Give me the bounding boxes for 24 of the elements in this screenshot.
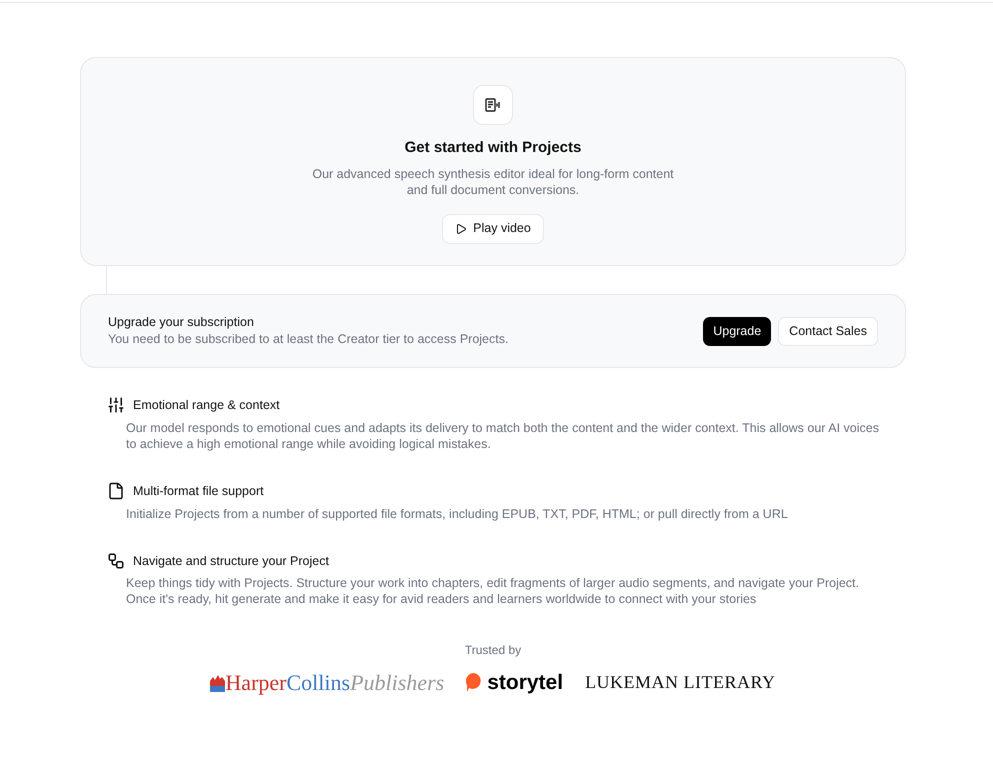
lukeman-literary-logo: LUKEMAN LITERARY: [585, 671, 776, 694]
play-icon: [455, 222, 468, 234]
feature-description: Keep things tidy with Projects. Structure your work into chapters, edit fragments of larger audio segments, and navigate your Project. Once it's ready, hit generate and make it easy for avid readers and learners worldwide to connect with your stories: [126, 575, 860, 608]
upgrade-title: Upgrade your subscription: [108, 314, 255, 331]
speech-bubble-icon: [466, 673, 482, 692]
trusted-by-label: Trusted by: [464, 642, 522, 660]
document-audio-icon: [473, 85, 513, 125]
file-icon: [107, 482, 125, 500]
structure-icon: [107, 552, 125, 570]
upgrade-description: You need to be subscribed to at least the Creator tier to access Projects.: [108, 331, 508, 348]
harpercollins-logo: HarperCollinsPublishers: [210, 672, 444, 694]
feature-title: Navigate and structure your Project: [133, 552, 329, 570]
feature-description: Our model responds to emotional cues and adapts its delivery to match both the content and the wider context. This allows our AI voices to achieve a high emotional range while avoiding logical mistakes.: [126, 420, 880, 452]
play-video-button[interactable]: Play video: [442, 214, 544, 244]
upgrade-button[interactable]: Upgrade: [703, 316, 772, 346]
hero-title: Get started with Projects: [404, 138, 582, 158]
sliders-icon: [107, 396, 125, 414]
storytel-logo: storytel: [466, 672, 564, 694]
fire-icon: [210, 674, 226, 692]
feature-title: Emotional range & context: [133, 397, 280, 414]
feature-description: Initialize Projects from a number of supported file formats, including EPUB, TXT, PDF, HTML; or pull directly from a URL: [126, 506, 789, 522]
contact-sales-button[interactable]: Contact Sales: [778, 316, 878, 346]
feature-title: Multi-format file support: [133, 482, 264, 500]
hero-description: Our advanced speech synthesis editor ideal for long-form content and full document conversions.: [311, 166, 675, 198]
